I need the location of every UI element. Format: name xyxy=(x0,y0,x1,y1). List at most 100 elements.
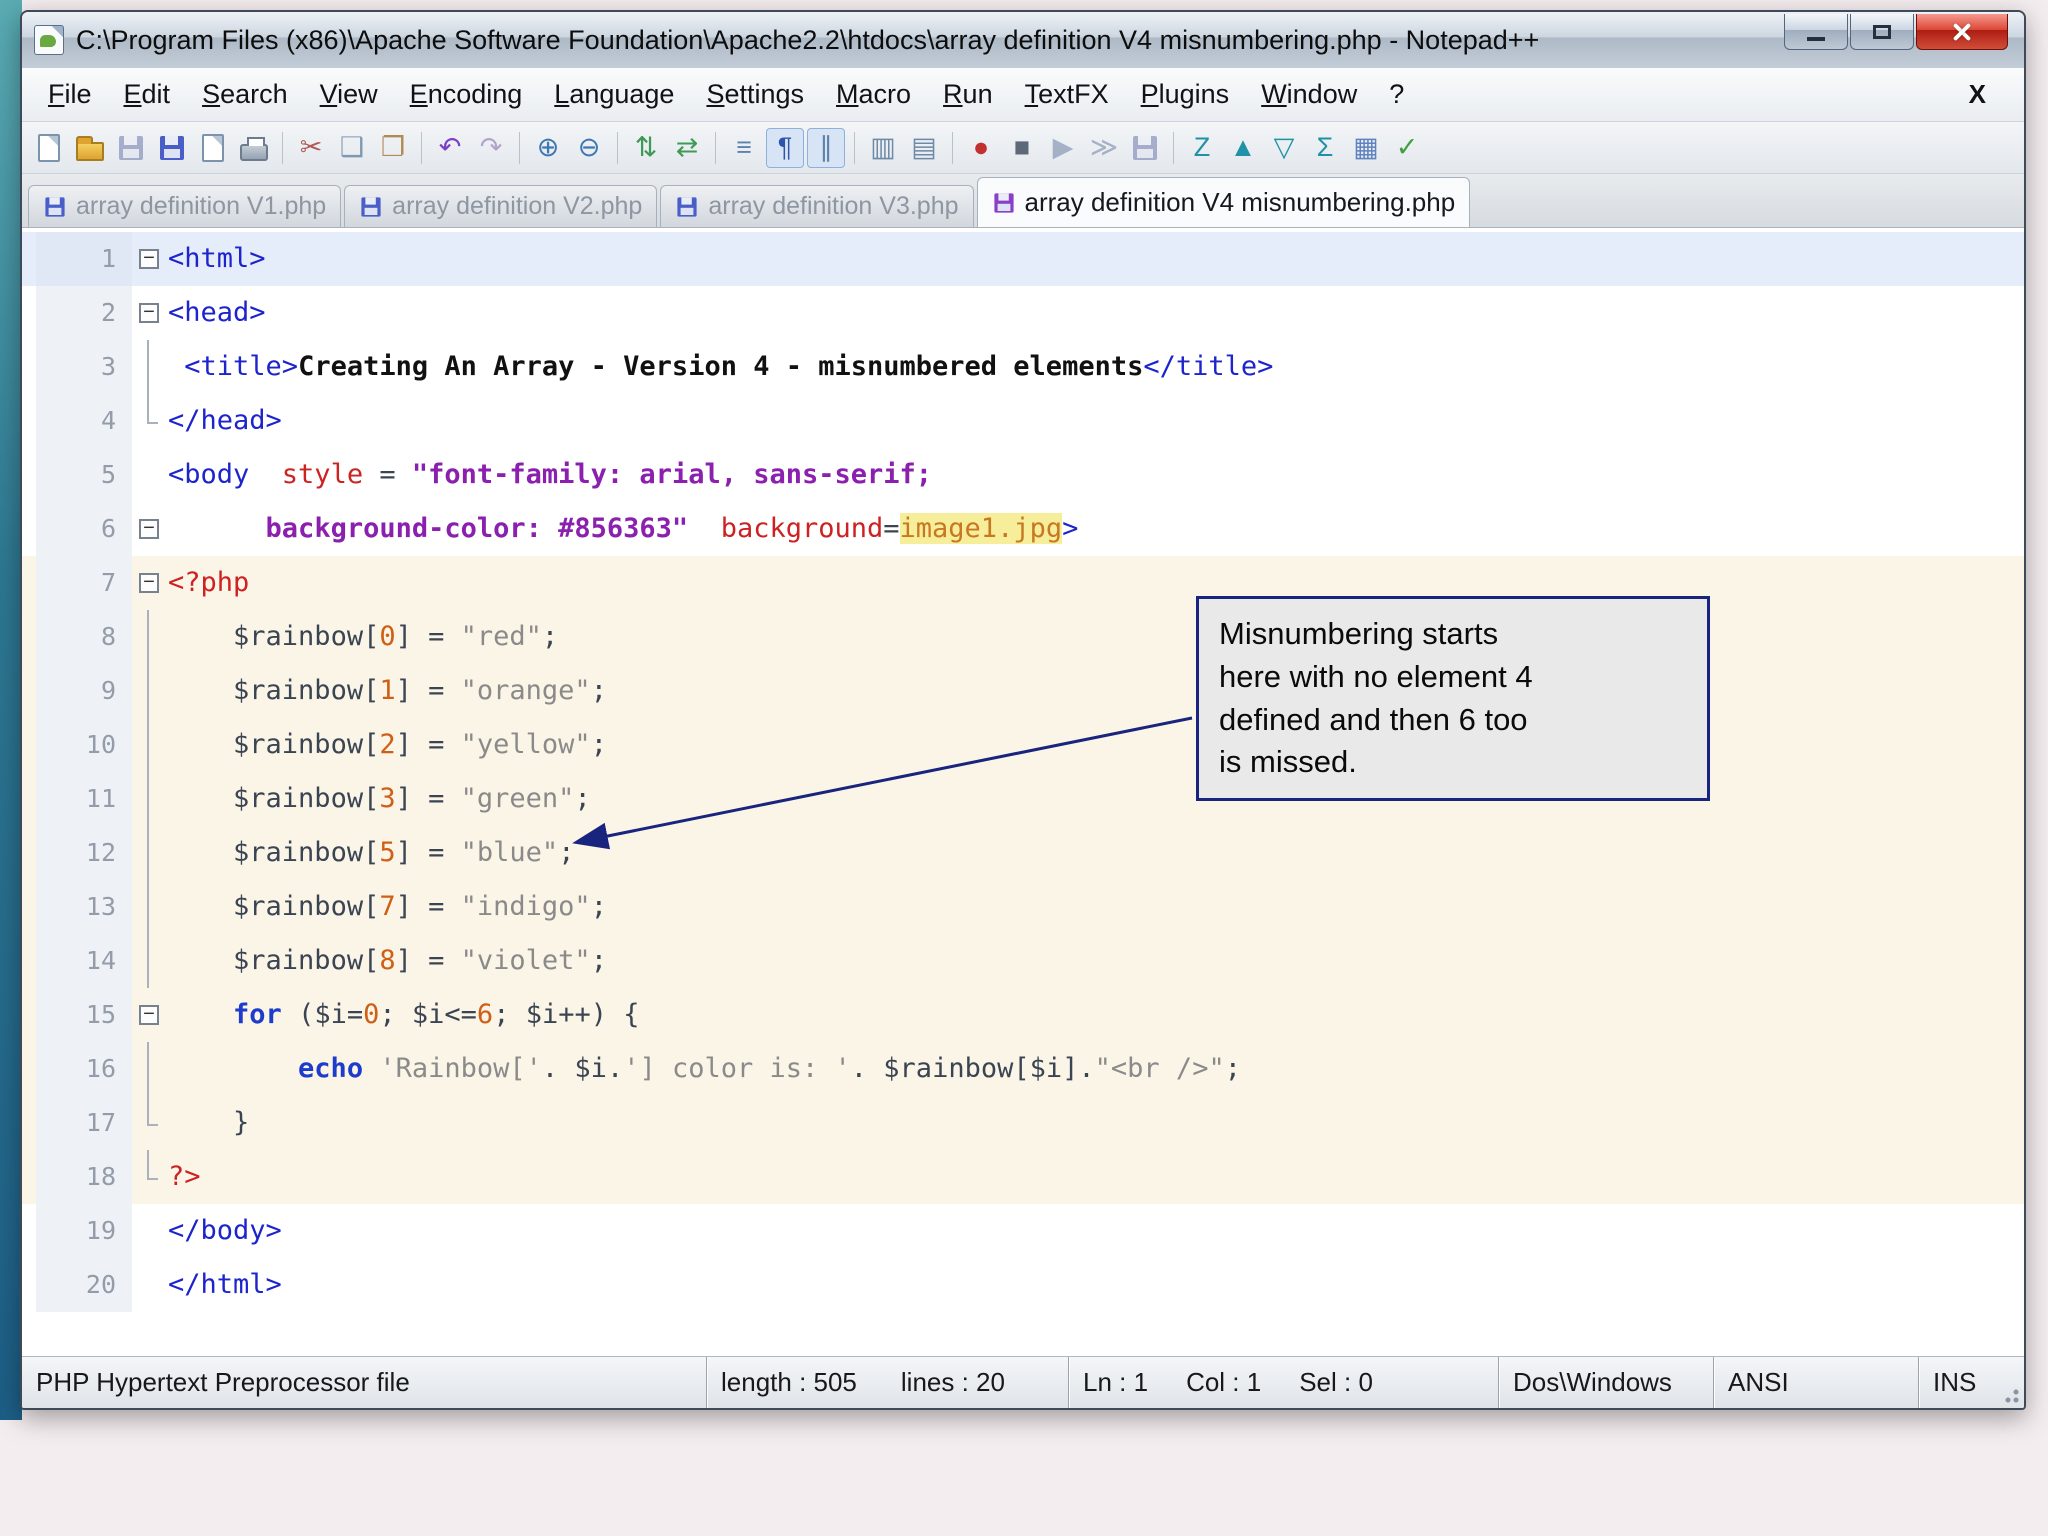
menu-language[interactable]: Language xyxy=(538,75,690,114)
print-icon[interactable] xyxy=(235,128,273,168)
zoom-in-icon[interactable]: ⊕ xyxy=(529,128,567,168)
line-number: 13 xyxy=(36,880,132,934)
redo-icon[interactable]: ↷ xyxy=(472,128,510,168)
code-text[interactable]: </html> xyxy=(168,1258,2024,1312)
toolbar-separator xyxy=(715,131,716,164)
textfx-sum-icon[interactable]: Σ xyxy=(1306,128,1344,168)
status-insert-mode: INS xyxy=(1918,1357,2002,1408)
save-all-icon[interactable] xyxy=(153,128,191,168)
menu-textfx[interactable]: TextFX xyxy=(1009,75,1125,114)
textfx-up-icon[interactable]: ▲ xyxy=(1224,128,1262,168)
code-text[interactable]: $rainbow[1] = "orange"; xyxy=(168,664,2024,718)
code-text[interactable]: $rainbow[5] = "blue"; xyxy=(168,826,2024,880)
zoom-out-icon[interactable]: ⊖ xyxy=(570,128,608,168)
fold-margin xyxy=(132,826,168,880)
line-number: 3 xyxy=(36,340,132,394)
menu-plugins[interactable]: Plugins xyxy=(1125,75,1246,114)
code-text[interactable]: echo 'Rainbow['. $i.'] color is: '. $rai… xyxy=(168,1042,2024,1096)
sync-vertical-icon[interactable]: ⇅ xyxy=(627,128,665,168)
open-file-icon[interactable] xyxy=(71,128,109,168)
menu-search[interactable]: Search xyxy=(186,75,304,114)
tab-3[interactable]: array definition V3.php xyxy=(660,185,974,227)
code-text[interactable]: $rainbow[8] = "violet"; xyxy=(168,934,2024,988)
run-macro-multiple-icon[interactable]: ≫ xyxy=(1085,128,1123,168)
tab-1[interactable]: array definition V1.php xyxy=(28,185,342,227)
fold-collapse-icon[interactable]: − xyxy=(139,1004,159,1025)
desktop-background xyxy=(0,0,22,1420)
code-text[interactable]: } xyxy=(168,1096,2024,1150)
status-bar: PHP Hypertext Preprocessor file length :… xyxy=(22,1356,2024,1408)
fold-margin xyxy=(132,340,168,394)
code-text[interactable]: <title>Creating An Array - Version 4 - m… xyxy=(168,340,2024,394)
code-text[interactable]: background-color: #856363" background=im… xyxy=(168,502,2024,556)
save-macro-icon[interactable] xyxy=(1126,128,1164,168)
new-file-icon[interactable] xyxy=(30,128,68,168)
code-text[interactable]: <head> xyxy=(168,286,2024,340)
fold-collapse-icon[interactable]: − xyxy=(139,248,159,269)
line-number: 14 xyxy=(36,934,132,988)
code-text[interactable]: </body> xyxy=(168,1204,2024,1258)
textfx-table-icon[interactable]: ▦ xyxy=(1347,128,1385,168)
record-macro-icon[interactable]: ● xyxy=(962,128,1000,168)
menu-run[interactable]: Run xyxy=(927,75,1009,114)
code-line: 16 echo 'Rainbow['. $i.'] color is: '. $… xyxy=(22,1042,2024,1096)
code-text[interactable]: for ($i=0; $i<=6; $i++) { xyxy=(168,988,2024,1042)
fold-collapse-icon[interactable]: − xyxy=(139,302,159,323)
code-text[interactable]: $rainbow[7] = "indigo"; xyxy=(168,880,2024,934)
sync-horizontal-icon[interactable]: ⇄ xyxy=(668,128,706,168)
code-line: 4 </head> xyxy=(22,394,2024,448)
code-text[interactable]: <html> xyxy=(168,232,2024,286)
menu-encoding[interactable]: Encoding xyxy=(394,75,539,114)
menu-settings[interactable]: Settings xyxy=(690,75,820,114)
code-text[interactable]: $rainbow[2] = "yellow"; xyxy=(168,718,2024,772)
show-all-characters-icon[interactable]: ¶ xyxy=(766,127,804,168)
menu-edit[interactable]: Edit xyxy=(108,75,187,114)
fold-margin xyxy=(132,610,168,664)
stop-recording-icon[interactable]: ■ xyxy=(1003,128,1041,168)
playback-macro-icon[interactable]: ▶ xyxy=(1044,128,1082,168)
close-file-icon[interactable] xyxy=(194,128,232,168)
cut-icon[interactable]: ✂ xyxy=(292,128,330,168)
menu-view[interactable]: View xyxy=(304,75,394,114)
maximize-button[interactable] xyxy=(1850,14,1914,50)
code-line: 15− for ($i=0; $i<=6; $i++) { xyxy=(22,988,2024,1042)
textfx-sort-icon[interactable]: Z xyxy=(1183,128,1221,168)
code-text[interactable]: $rainbow[3] = "green"; xyxy=(168,772,2024,826)
fold-margin xyxy=(132,1204,168,1258)
editor[interactable]: 1− <html> 2− <head> 3 <title>Creating An Arr… xyxy=(22,228,2024,1356)
doc-switcher-icon[interactable]: ▥ xyxy=(864,128,902,168)
close-button[interactable] xyxy=(1916,14,2008,50)
code-text[interactable]: <?php xyxy=(168,556,2024,610)
minimize-button[interactable] xyxy=(1784,14,1848,50)
indent-guide-icon[interactable]: ∥ xyxy=(807,127,845,168)
word-wrap-icon[interactable]: ≡ xyxy=(725,128,763,168)
menu-macro[interactable]: Macro xyxy=(820,75,927,114)
line-number: 10 xyxy=(36,718,132,772)
window-title: C:\Program Files (x86)\Apache Software F… xyxy=(76,24,1540,55)
menu-window[interactable]: Window xyxy=(1245,75,1373,114)
close-document-icon[interactable]: X xyxy=(1941,79,2014,110)
code-text[interactable]: </head> xyxy=(168,394,2024,448)
spell-check-icon[interactable]: ✓ xyxy=(1388,128,1426,168)
resize-grip[interactable] xyxy=(2002,1386,2020,1404)
minimize-icon xyxy=(1807,37,1825,41)
fold-margin xyxy=(132,664,168,718)
menu-file[interactable]: File xyxy=(32,75,108,114)
fold-collapse-icon[interactable]: − xyxy=(139,518,159,539)
code-text[interactable]: <body style = "font-family: arial, sans-… xyxy=(168,448,2024,502)
tab-label: array definition V2.php xyxy=(392,192,643,220)
copy-icon[interactable]: ❑ xyxy=(333,128,371,168)
menu-help[interactable]: ? xyxy=(1373,75,1420,114)
tab-4[interactable]: array definition V4 misnumbering.php xyxy=(976,177,1471,227)
tab-2[interactable]: array definition V2.php xyxy=(344,185,658,227)
save-icon[interactable] xyxy=(112,128,150,168)
paste-icon[interactable]: ❐ xyxy=(374,128,412,168)
textfx-down-icon[interactable]: ▽ xyxy=(1265,128,1303,168)
doc-map-icon[interactable]: ▤ xyxy=(905,128,943,168)
fold-collapse-icon[interactable]: − xyxy=(139,572,159,593)
undo-icon[interactable]: ↶ xyxy=(431,128,469,168)
fold-line xyxy=(147,1042,149,1096)
code-text[interactable]: $rainbow[0] = "red"; xyxy=(168,610,2024,664)
code-line: 10 $rainbow[2] = "yellow"; xyxy=(22,718,2024,772)
code-text[interactable]: ?> xyxy=(168,1150,2024,1204)
